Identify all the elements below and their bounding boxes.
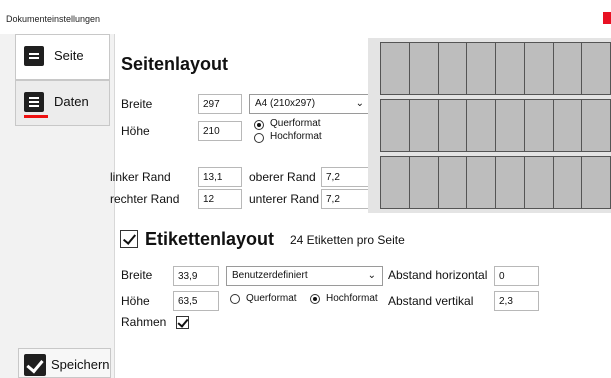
preview-label — [496, 100, 525, 151]
chevron-down-icon: ⌄ — [355, 98, 364, 109]
list-icon — [24, 92, 44, 112]
preview-label — [582, 43, 610, 94]
preview-label — [496, 43, 525, 94]
label-width-input[interactable] — [173, 266, 219, 286]
preview-label — [553, 100, 583, 151]
label-height-label: Höhe — [121, 294, 150, 308]
left-margin-input[interactable] — [198, 167, 242, 187]
sidebar-item-label: Daten — [54, 94, 89, 109]
preview-sheet — [380, 42, 611, 209]
label-type-value: Benutzerdefiniert — [232, 270, 308, 281]
spacing-horizontal-label: Abstand horizontal — [388, 268, 488, 282]
section-title-seitenlayout: Seitenlayout — [121, 54, 229, 74]
sidebar-item-daten[interactable]: Daten — [15, 80, 110, 126]
preview-label — [381, 157, 410, 208]
save-button[interactable]: Speichern — [18, 348, 111, 378]
active-indicator — [24, 115, 48, 118]
right-margin-label: rechter Rand — [110, 192, 180, 206]
preview-label — [438, 100, 468, 151]
sidebar-item-label: Seite — [54, 48, 84, 63]
page-format-value: A4 (210x297) — [255, 98, 316, 109]
page-format-select[interactable]: A4 (210x297) ⌄ — [249, 94, 371, 114]
preview-label — [381, 43, 410, 94]
close-icon[interactable] — [603, 12, 611, 24]
preview-label — [409, 43, 439, 94]
preview-label — [524, 43, 554, 94]
radio-querformat-page[interactable] — [254, 120, 264, 130]
sidebar-item-seite[interactable]: Seite — [15, 34, 110, 80]
label-width-label: Breite — [121, 268, 153, 282]
page-height-input[interactable] — [198, 121, 242, 141]
window-title: Dokumenteinstellungen — [6, 14, 101, 24]
section-title-etikettenlayout: Etikettenlayout — [145, 229, 275, 249]
preview-label — [467, 100, 496, 151]
radio-hochformat-page[interactable] — [254, 133, 264, 143]
title-bar: Dokumenteinstellungen — [0, 0, 611, 34]
preview-label — [438, 157, 468, 208]
chevron-down-icon: ⌄ — [367, 270, 376, 281]
labels-per-page-text: 24 Etiketten pro Seite — [290, 233, 405, 247]
etikettenlayout-checkbox[interactable] — [120, 230, 138, 248]
radio-label-querformat: Querformat — [246, 293, 297, 304]
label-height-input[interactable] — [173, 291, 219, 311]
radio-querformat-label[interactable] — [230, 294, 240, 304]
spacing-horizontal-input[interactable] — [494, 266, 539, 286]
checkmark-icon — [24, 354, 46, 376]
left-margin-label: linker Rand — [110, 170, 171, 184]
frame-label: Rahmen — [121, 315, 167, 329]
radio-label-hochformat: Hochformat — [270, 131, 322, 142]
page-width-input[interactable] — [198, 94, 242, 114]
right-margin-input[interactable] — [198, 189, 242, 209]
bottom-margin-label: unterer Rand — [249, 192, 320, 206]
spacing-vertical-label: Abstand vertikal — [388, 294, 474, 308]
page-icon — [24, 46, 44, 66]
top-margin-input[interactable] — [321, 167, 371, 187]
preview-label — [582, 100, 610, 151]
radio-hochformat-label[interactable] — [310, 294, 320, 304]
preview-label-row — [380, 99, 611, 152]
page-height-label: Höhe — [121, 124, 150, 138]
preview-label — [467, 43, 496, 94]
preview-label — [438, 43, 468, 94]
page-width-label: Breite — [121, 97, 153, 111]
preview-label — [409, 157, 439, 208]
bottom-margin-input[interactable] — [321, 189, 371, 209]
preview-label — [553, 43, 583, 94]
radio-label-querformat: Querformat — [270, 118, 321, 129]
preview-label — [496, 157, 525, 208]
frame-checkbox[interactable] — [176, 316, 189, 329]
preview-label — [381, 100, 410, 151]
label-preview — [368, 38, 611, 213]
top-margin-label: oberer Rand — [249, 170, 316, 184]
preview-label — [524, 100, 554, 151]
spacing-vertical-input[interactable] — [494, 291, 539, 311]
preview-label-row — [380, 42, 611, 95]
preview-label-row — [380, 156, 611, 209]
radio-label-hochformat: Hochformat — [326, 293, 378, 304]
preview-label — [582, 157, 610, 208]
preview-label — [553, 157, 583, 208]
preview-label — [467, 157, 496, 208]
label-type-select[interactable]: Benutzerdefiniert ⌄ — [226, 266, 383, 286]
preview-label — [409, 100, 439, 151]
save-button-label: Speichern — [51, 357, 110, 372]
preview-label — [524, 157, 554, 208]
